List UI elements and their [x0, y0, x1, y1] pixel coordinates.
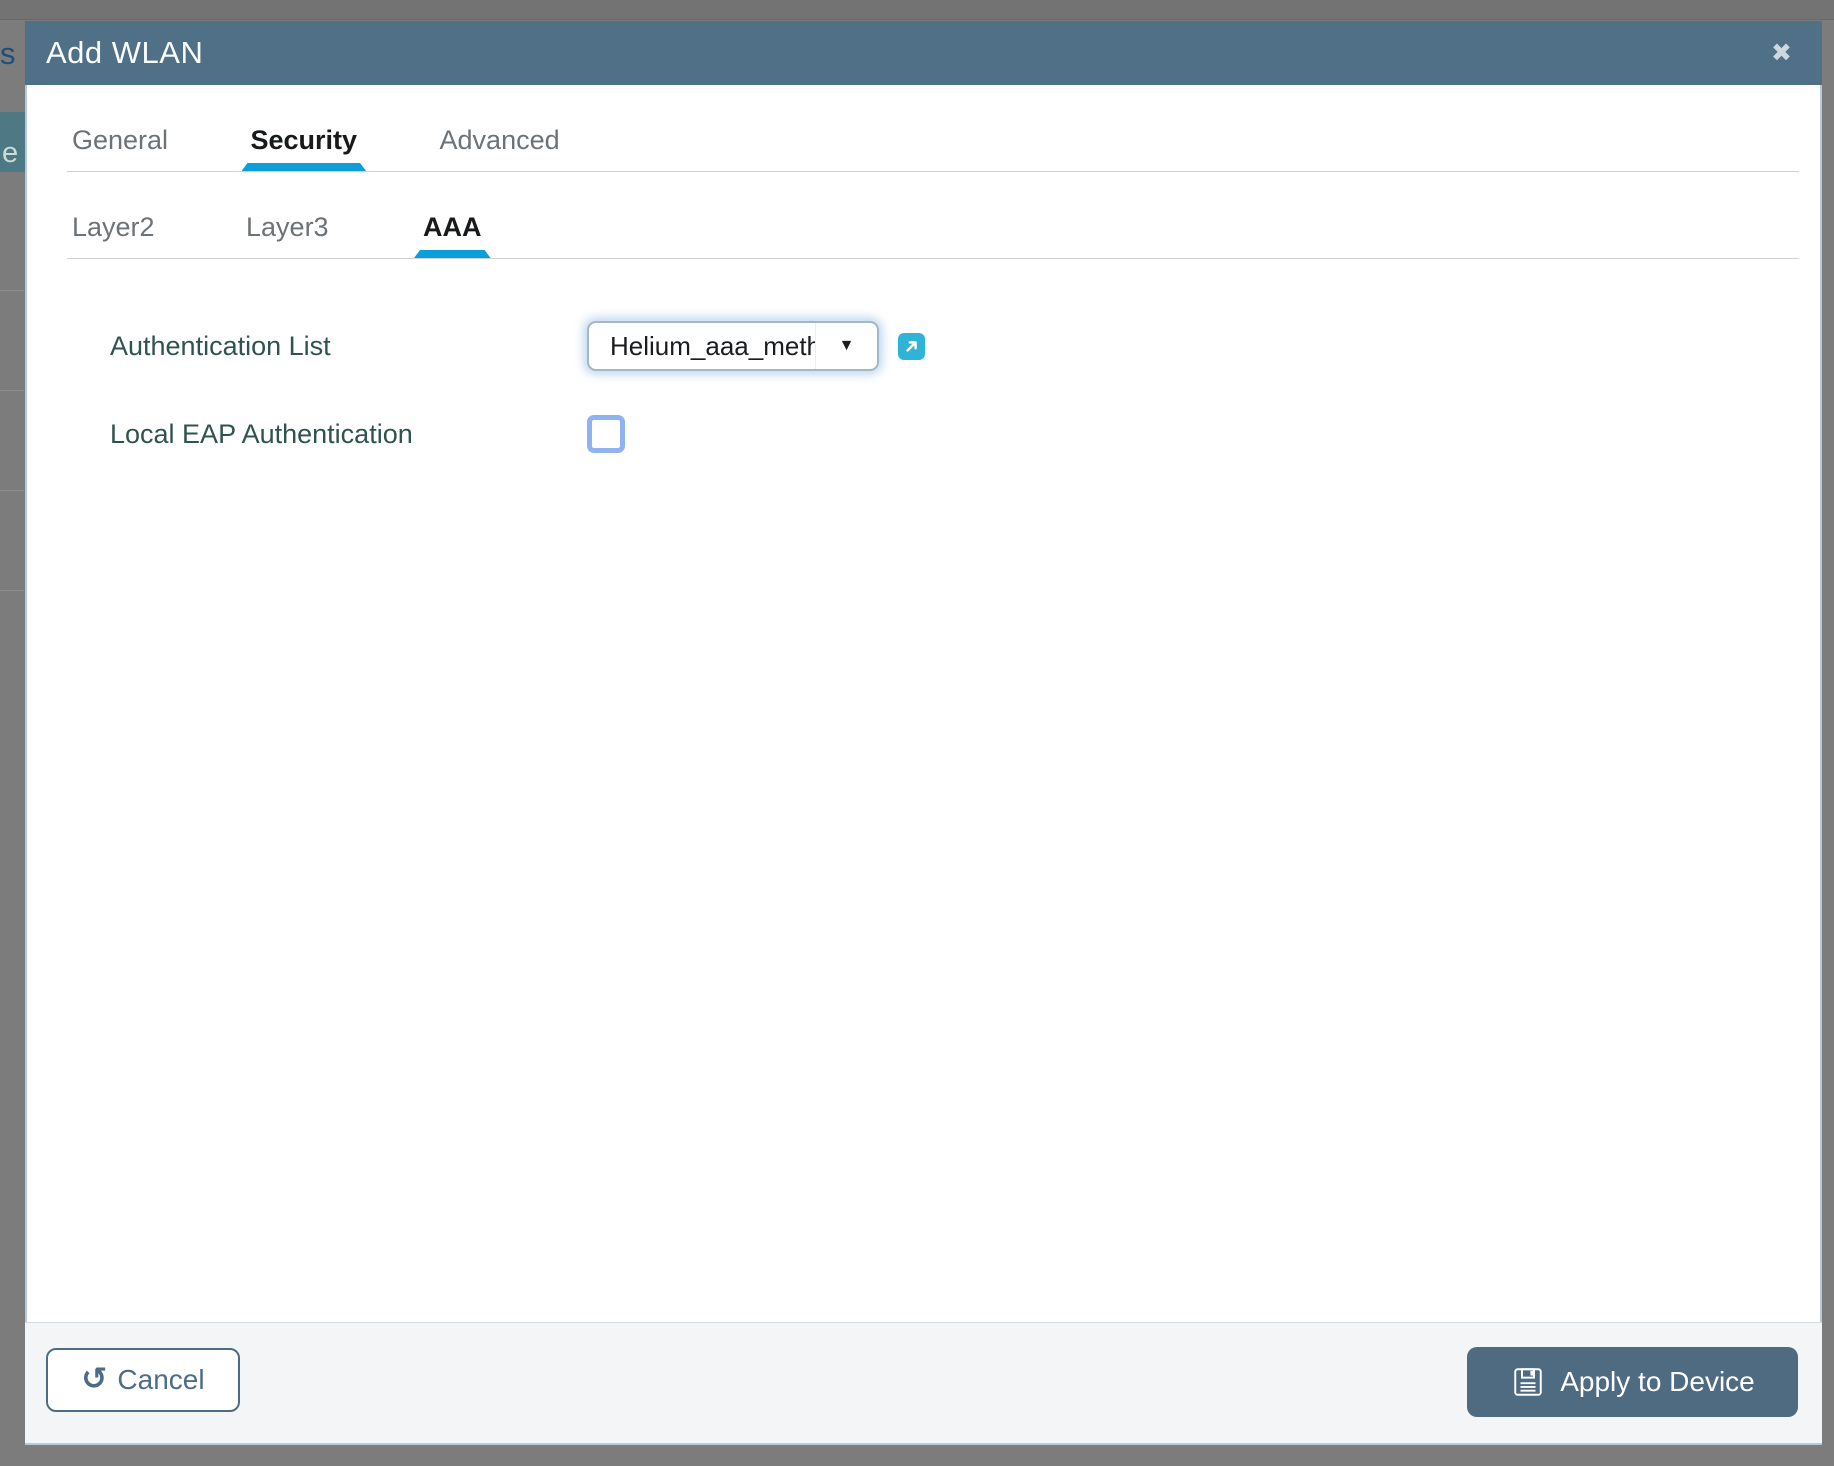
background-topbar [0, 0, 1834, 20]
apply-button-label: Apply to Device [1560, 1366, 1755, 1398]
dialog-footer: ↺ Cancel Apply to Device [25, 1322, 1822, 1443]
local-eap-row: Local EAP Authentication [110, 415, 1820, 453]
main-tabbar: General Security Advanced [67, 85, 1799, 172]
authentication-list-row: Authentication List Helium_aaa_meth ▼ [110, 321, 1820, 371]
authentication-list-value: Helium_aaa_meth [589, 331, 815, 362]
background-table-line [0, 590, 24, 591]
arrow-up-right-glyph [903, 338, 920, 355]
save-floppy-icon [1510, 1364, 1546, 1400]
dialog-title: Add WLAN [46, 35, 203, 71]
tab-advanced[interactable]: Advanced [440, 125, 560, 171]
subtab-layer3[interactable]: Layer3 [246, 212, 329, 258]
close-icon[interactable]: ✖ [1771, 41, 1792, 66]
select-caret-zone[interactable]: ▼ [815, 323, 877, 369]
apply-to-device-button[interactable]: Apply to Device [1467, 1347, 1798, 1417]
external-link-icon[interactable] [898, 333, 925, 360]
authentication-list-select[interactable]: Helium_aaa_meth ▼ [587, 321, 879, 371]
undo-icon: ↺ [81, 1363, 107, 1394]
security-subtabbar: Layer2 Layer3 AAA [67, 172, 1799, 259]
background-table-line [0, 290, 24, 291]
subtab-layer2[interactable]: Layer2 [72, 212, 155, 258]
add-wlan-dialog: Add WLAN ✖ General Security Advanced Lay… [25, 21, 1822, 1445]
chevron-down-icon: ▼ [839, 337, 855, 355]
authentication-list-label: Authentication List [110, 331, 587, 362]
cancel-button[interactable]: ↺ Cancel [46, 1348, 240, 1412]
background-partial-button-label: e [2, 137, 18, 170]
background-partial-button: e [0, 112, 27, 172]
local-eap-label: Local EAP Authentication [110, 419, 587, 450]
background-table-line [0, 390, 24, 391]
local-eap-checkbox[interactable] [587, 415, 625, 453]
tab-general[interactable]: General [72, 125, 168, 171]
background-table-line [0, 490, 24, 491]
background-partial-text: s 8 [0, 36, 25, 72]
subtab-aaa[interactable]: AAA [423, 212, 482, 258]
dialog-header: Add WLAN ✖ [25, 21, 1822, 85]
cancel-button-label: Cancel [117, 1364, 204, 1396]
tab-security[interactable]: Security [251, 125, 358, 171]
